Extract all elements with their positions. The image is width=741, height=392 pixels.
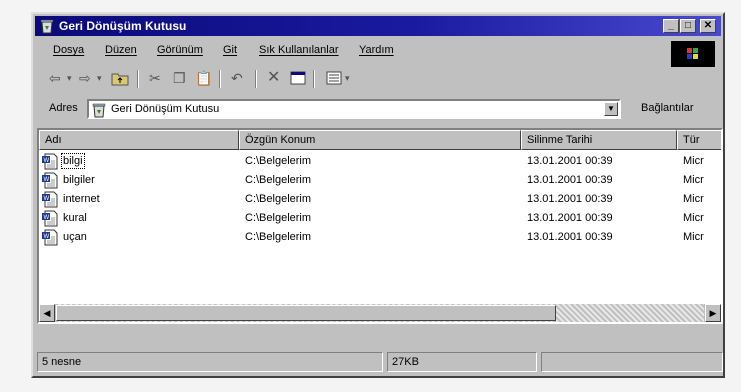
cut-icon[interactable]: ✂ [149,70,161,86]
back-dropdown-icon[interactable]: ▾ [67,70,72,86]
delete-icon[interactable]: ✕ [267,70,280,86]
links-button[interactable]: Bağlantılar [641,102,694,114]
address-label: Adres [49,102,78,114]
scroll-left-button[interactable]: ◀ [39,304,55,322]
column-header-type[interactable]: Tür [677,130,721,150]
address-dropdown-button[interactable]: ▼ [604,102,618,116]
windows-logo-icon [687,48,698,59]
svg-text:W: W [44,215,50,221]
file-location: C:\Belgelerim [245,155,312,167]
toolbar-separator [313,70,315,88]
up-folder-icon[interactable] [111,69,129,86]
file-type: Micr [683,193,704,205]
file-name: internet [63,193,100,205]
file-deleted-date: 13.01.2001 00:39 [527,193,613,205]
column-header-location[interactable]: Özgün Konum [239,130,521,150]
window-title: Geri Dönüşüm Kutusu [59,19,187,33]
column-header-deleted[interactable]: Silinme Tarihi [521,130,677,150]
menu-duzen[interactable]: Düzen [105,44,137,56]
menu-yardim[interactable]: Yardım [359,44,394,56]
menu-sik-kullanilanlar[interactable]: Sık Kullanılanlar [259,44,339,56]
recycle-bin-icon [40,19,54,34]
file-name: uçan [63,231,87,243]
views-icon[interactable] [325,69,343,85]
file-deleted-date: 13.01.2001 00:39 [527,231,613,243]
address-bar: Adres Geri Dönüşüm Kutusu ▼ Bağlantılar [37,96,723,122]
file-location: C:\Belgelerim [245,231,312,243]
file-location: C:\Belgelerim [245,174,312,186]
word-document-icon: W [42,153,58,170]
file-type: Micr [683,155,704,167]
views-dropdown-icon[interactable]: ▾ [345,70,350,86]
close-button[interactable]: ✕ [700,19,716,33]
minimize-button[interactable]: _ [663,19,679,33]
properties-icon[interactable] [289,69,307,85]
toolbar-separator [137,70,139,88]
file-name: bilgi [61,153,85,169]
file-type: Micr [683,174,704,186]
title-bar[interactable]: Geri Dönüşüm Kutusu _ □ ✕ [35,16,721,36]
file-deleted-date: 13.01.2001 00:39 [527,155,613,167]
scroll-thumb[interactable] [56,305,556,321]
svg-text:W: W [44,196,50,202]
forward-icon[interactable]: ⇨ [79,70,91,86]
svg-text:W: W [44,234,50,240]
column-header-name[interactable]: Adı [39,130,239,150]
word-document-icon: W [42,191,58,208]
menu-gorunum[interactable]: Görünüm [157,44,203,56]
file-type: Micr [683,212,704,224]
word-document-icon: W [42,210,58,227]
toolbar-separator [219,70,221,88]
file-type: Micr [683,231,704,243]
file-row-u-an[interactable]: Wuçan C:\Belgelerim 13.01.2001 00:39 Micr [39,228,721,247]
file-deleted-date: 13.01.2001 00:39 [527,174,613,186]
status-zone [541,352,723,372]
undo-icon[interactable]: ↶ [231,70,243,86]
file-row-internet[interactable]: Winternet C:\Belgelerim 13.01.2001 00:39 Mi… [39,190,721,209]
file-deleted-date: 13.01.2001 00:39 [527,212,613,224]
paste-icon[interactable]: 📋 [195,70,212,86]
toolbar-separator [255,70,257,88]
file-location: C:\Belgelerim [245,193,312,205]
horizontal-scrollbar[interactable]: ◀ ▶ [39,304,721,322]
forward-dropdown-icon[interactable]: ▾ [97,70,102,86]
back-icon[interactable]: ⇦ [49,70,61,86]
address-input[interactable]: Geri Dönüşüm Kutusu ▼ [87,99,621,119]
file-name: bilgiler [63,174,95,186]
svg-text:W: W [44,158,50,164]
menu-git[interactable]: Git [223,44,237,56]
file-row-kural[interactable]: Wkural C:\Belgelerim 13.01.2001 00:39 Micr [39,209,721,228]
standard-toolbar: ⇦ ▾ ⇨ ▾ ✂ ❐ 📋 ↶ ✕ ▾ [37,66,723,92]
menu-dosya[interactable]: Dosya [53,44,84,56]
file-name: kural [63,212,87,224]
maximize-button[interactable]: □ [680,19,696,33]
status-size: 27KB [387,352,537,372]
explorer-window: Geri Dönüşüm Kutusu _ □ ✕ Dosya Düzen Gö… [31,12,725,378]
status-object-count: 5 nesne [37,352,383,372]
word-document-icon: W [42,229,58,246]
address-value: Geri Dönüşüm Kutusu [111,103,220,115]
file-row-bilgi[interactable]: Wbilgi C:\Belgelerim 13.01.2001 00:39 Micr [39,152,721,171]
word-document-icon: W [42,172,58,189]
file-location: C:\Belgelerim [245,212,312,224]
status-bar: 5 nesne 27KB [37,350,723,374]
recycle-bin-icon [92,103,106,118]
windows-logo-throbber [671,41,715,67]
scroll-right-button[interactable]: ▶ [705,304,721,322]
file-row-bilgiler[interactable]: Wbilgiler C:\Belgelerim 13.01.2001 00:39 Mi… [39,171,721,190]
menu-bar: Dosya Düzen Görünüm Git Sık Kullanılanla… [37,40,723,62]
copy-icon[interactable]: ❐ [173,70,186,86]
file-list: Adı Özgün Konum Silinme Tarihi Tür Wbilg… [37,128,723,324]
svg-text:W: W [44,177,50,183]
